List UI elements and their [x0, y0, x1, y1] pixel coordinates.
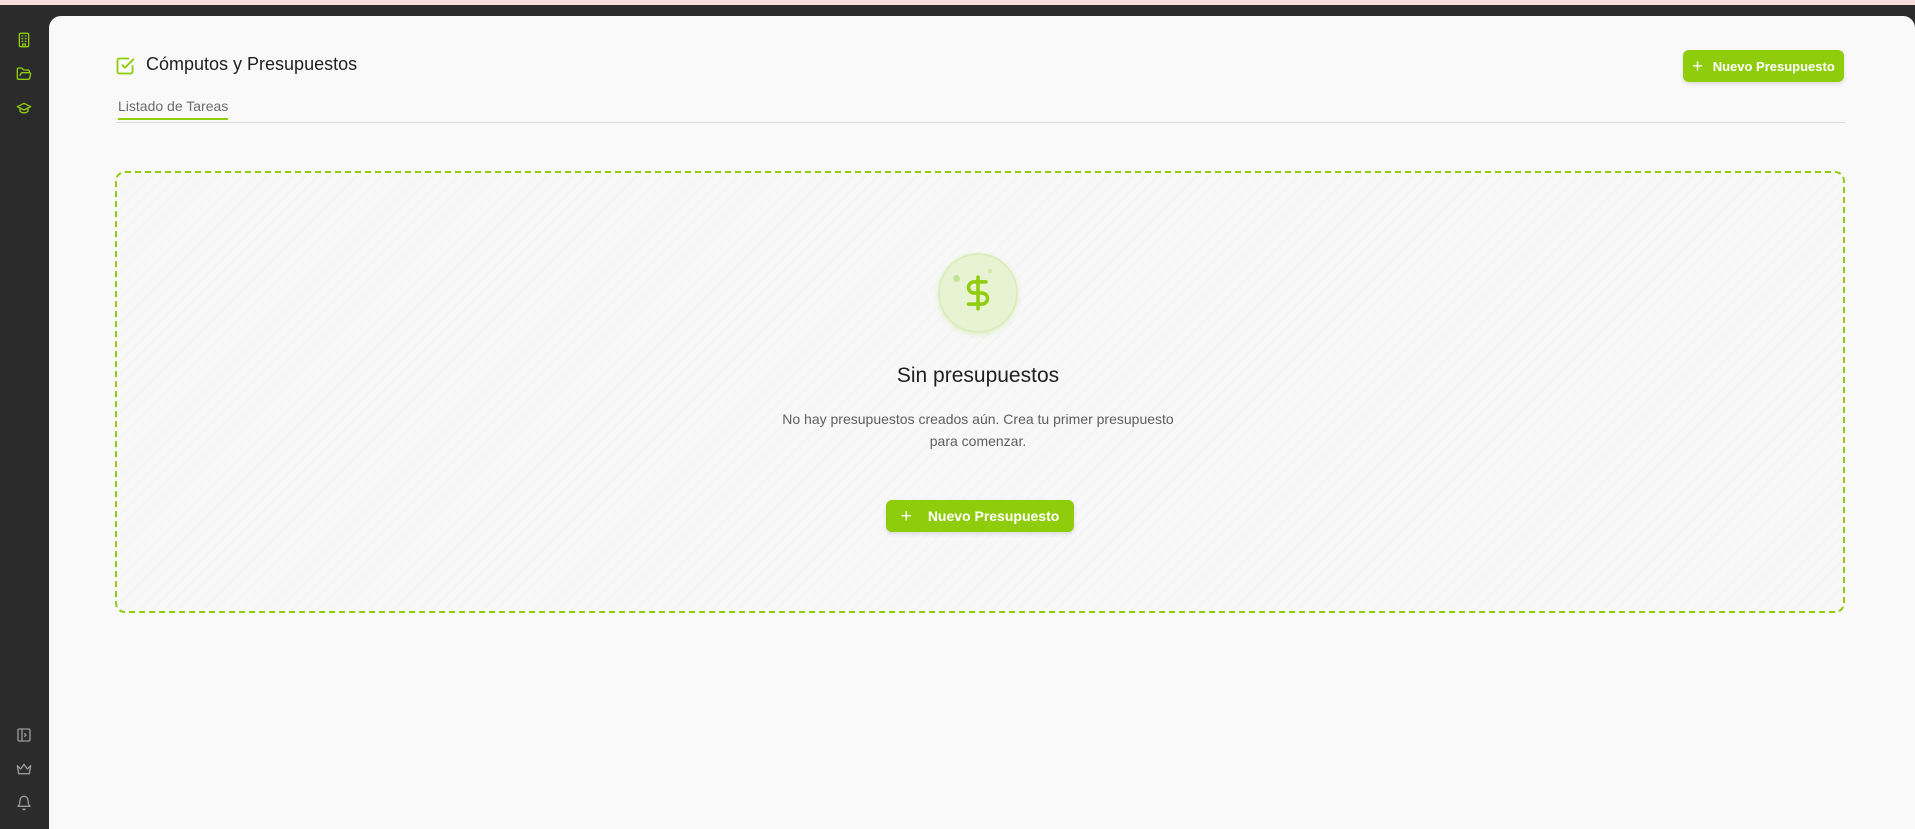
tab-divider	[116, 122, 1845, 123]
new-budget-button[interactable]: + Nuevo Presupuesto	[886, 500, 1074, 532]
window-top-strip	[0, 0, 1915, 5]
graduation-cap-icon[interactable]	[14, 98, 34, 118]
plus-icon: +	[1692, 56, 1703, 76]
folder-open-icon[interactable]	[14, 64, 34, 84]
decorative-dot	[953, 275, 960, 282]
empty-state-container	[115, 171, 1845, 613]
main-panel: Cómputos y Presupuestos + Nuevo Presupue…	[49, 16, 1915, 829]
decorative-dot	[988, 269, 992, 273]
new-budget-button-header[interactable]: + Nuevo Presupuesto	[1683, 50, 1844, 82]
bell-icon[interactable]	[14, 793, 34, 813]
plus-icon: +	[900, 505, 912, 527]
checkbox-square-icon	[115, 56, 135, 76]
empty-state-title: Sin presupuestos	[896, 364, 1060, 387]
empty-state-description: No hay presupuestos creados aún. Crea tu…	[782, 411, 1174, 449]
new-budget-button-label: Nuevo Presupuesto	[927, 508, 1060, 524]
building-icon[interactable]	[14, 30, 34, 50]
new-budget-button-label: Nuevo Presupuesto	[1712, 58, 1835, 74]
sidebar	[0, 5, 49, 829]
crown-icon[interactable]	[14, 759, 34, 779]
dollar-icon	[938, 253, 1018, 333]
tab-task-list[interactable]: Listado de Tareas	[118, 98, 229, 120]
page-title: Cómputos y Presupuestos	[146, 54, 358, 74]
sidebar-toggle-icon[interactable]	[14, 725, 34, 745]
